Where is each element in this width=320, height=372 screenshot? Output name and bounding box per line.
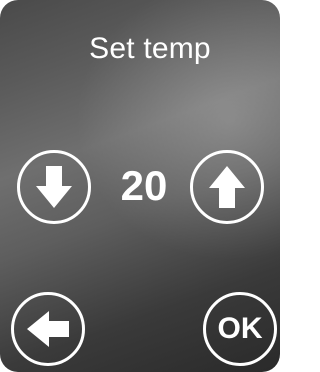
screen-title: Set temp	[89, 32, 211, 65]
ok-button[interactable]: OK	[203, 292, 277, 366]
decrease-temp-button[interactable]	[17, 150, 91, 224]
increase-temp-button[interactable]	[190, 150, 264, 224]
ok-button-label: OK	[217, 312, 263, 345]
arrow-left-icon	[27, 311, 69, 347]
temperature-value: 20	[120, 162, 168, 209]
arrow-down-icon	[36, 166, 72, 208]
thermostat-screen: Set temp 20 OK	[0, 0, 280, 372]
arrow-up-icon	[209, 166, 245, 208]
back-button[interactable]	[11, 292, 85, 366]
